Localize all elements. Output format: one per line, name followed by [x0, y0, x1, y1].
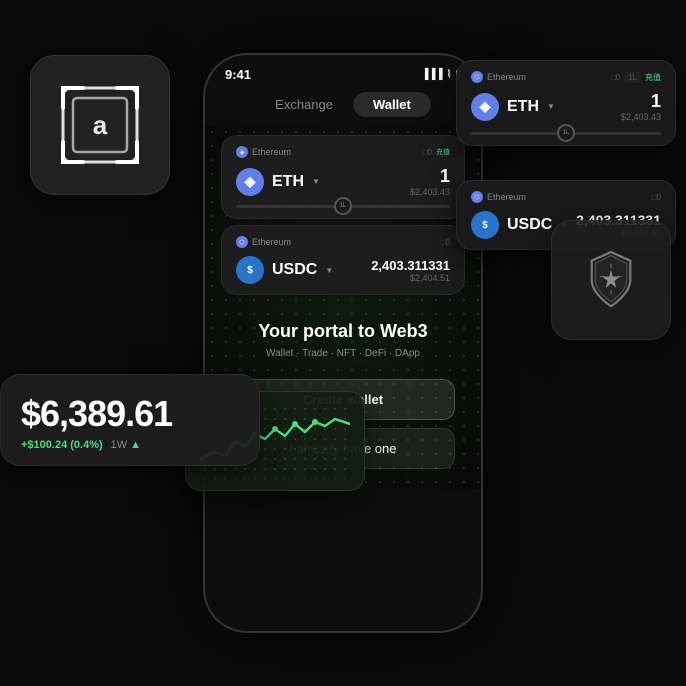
float-card-eth: ⬡ Ethereum □0 1L 充值 ◈ ETH ▼ 1 $2,403.43 … — [456, 60, 676, 146]
eth-card-info: □0 1L 充值 — [611, 72, 661, 83]
portal-title: Your portal to Web3 — [231, 321, 455, 342]
usdc-card-info: □0 — [652, 193, 661, 202]
status-bar: 9:41 ▐▐▐ ⌇ ▮ — [205, 55, 481, 88]
phone-eth-info: □0 充值 — [423, 147, 450, 157]
usdc-token-icon: $ — [471, 211, 499, 239]
float-card-shield — [551, 220, 671, 340]
phone-eth-name: ETH — [272, 173, 304, 191]
phone-usdc-card: ⬡ Ethereum □0 $ USDC ▼ — [221, 225, 465, 295]
shield-icon — [576, 245, 646, 315]
usdc-token-name: USDC — [507, 216, 552, 234]
tab-wallet[interactable]: Wallet — [353, 92, 431, 117]
phone-eth-amount: 1 $2,403.43 — [410, 166, 450, 197]
float-card-price: $6,389.61 +$100.24 (0.4%) 1W ▲ — [0, 374, 260, 466]
eth-amount: 1 $2,403.43 — [621, 91, 661, 122]
phone-usdc-chain: ⬡ Ethereum — [236, 236, 291, 248]
phone-usdc-info: □0 — [441, 238, 450, 247]
price-period: 1W ▲ — [111, 439, 141, 451]
price-main: $6,389.61 — [21, 393, 239, 435]
phone-eth-slider-thumb[interactable]: 1L — [334, 197, 352, 215]
usdc-chain-icon: ⬡ — [471, 191, 483, 203]
svg-text:a: a — [93, 110, 108, 140]
tab-exchange[interactable]: Exchange — [255, 92, 353, 117]
eth-token-icon: ◈ — [471, 93, 499, 121]
phone-eth-token: ◈ ETH ▼ — [236, 168, 320, 196]
tab-bar: Exchange Wallet — [205, 88, 481, 125]
eth-token-info: ◈ ETH ▼ — [471, 93, 555, 121]
phone-usdc-chain-icon: ⬡ — [236, 236, 248, 248]
phone-eth-chain-icon: ◈ — [236, 146, 248, 158]
phone-eth-icon: ◈ — [236, 168, 264, 196]
phone-usdc-icon: $ — [236, 256, 264, 284]
eth-chain-icon: ⬡ — [471, 71, 483, 83]
phone-usdc-token: $ USDC ▼ — [236, 256, 333, 284]
signal-icon: ▐▐▐ — [421, 69, 442, 80]
phone-usdc-amount: 2,403.311331 $2,404.51 — [371, 258, 450, 283]
usdc-chain-label: ⬡ Ethereum — [471, 191, 526, 203]
price-sub: +$100.24 (0.4%) 1W ▲ — [21, 439, 239, 451]
price-change: +$100.24 (0.4%) — [21, 439, 103, 451]
phone-eth-card: ◈ Ethereum □0 充值 ◈ ETH ▼ — [221, 135, 465, 219]
eth-token-name: ETH — [507, 98, 539, 116]
phone-eth-chain: ◈ Ethereum — [236, 146, 291, 158]
phone: 9:41 ▐▐▐ ⌇ ▮ Exchange Wallet — [203, 53, 483, 633]
eth-slider-thumb[interactable]: 1L — [557, 124, 575, 142]
status-time: 9:41 — [225, 67, 251, 82]
eth-slider[interactable]: 1L — [471, 132, 661, 135]
phone-eth-slider[interactable]: 1L — [236, 205, 450, 208]
eth-chain-label: ⬡ Ethereum — [471, 71, 526, 83]
eth-chevron: ▼ — [547, 102, 555, 111]
wifi-icon: ⌇ — [447, 69, 452, 80]
scene: a ⬡ Ethereum □0 1L 充值 ◈ ETH ▼ 1 $2,403.4… — [0, 0, 686, 686]
float-card-crypto: a — [30, 55, 170, 195]
portal-subtitle: Wallet · Trade · NFT · DeFi · DApp — [231, 348, 455, 359]
phone-usdc-name: USDC — [272, 261, 317, 279]
